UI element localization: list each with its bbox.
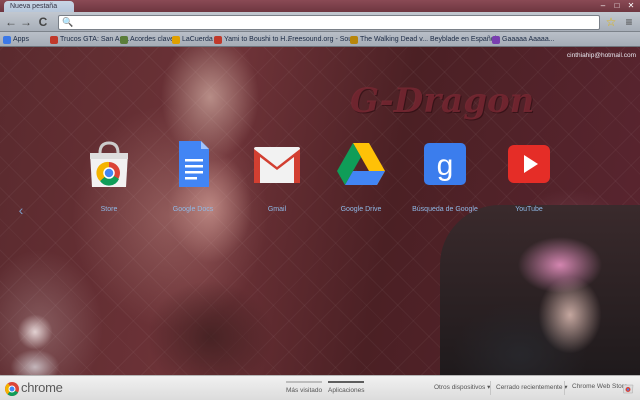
app-store[interactable]: Store: [69, 139, 149, 214]
youtube-icon: [508, 145, 550, 183]
app-google-docs[interactable]: Google Docs: [153, 139, 233, 214]
divider: [490, 381, 491, 395]
other-devices-label: Otros dispositivos: [434, 384, 486, 391]
app-label: Búsqueda de Google: [412, 206, 478, 213]
gmail-icon: [254, 147, 300, 183]
google-drive-icon: [337, 143, 385, 185]
app-label: Store: [100, 206, 118, 213]
bookmark-label: Apps: [13, 36, 29, 43]
maximize-button[interactable]: □: [610, 1, 624, 10]
tab-label: Más visitado: [286, 387, 323, 394]
bookmark-label: Freesound.org - Sou...: [288, 36, 359, 43]
app-google-search[interactable]: g Búsqueda de Google: [405, 139, 485, 214]
bookmark-label: Beyblade en Español: [430, 36, 497, 43]
chrome-logo-icon: [5, 382, 19, 396]
minimize-button[interactable]: –: [596, 1, 610, 10]
forward-arrow-icon[interactable]: →: [19, 15, 33, 29]
page-left-arrow-icon[interactable]: ‹: [15, 203, 27, 217]
bookmark-favicon-icon: [492, 35, 500, 44]
web-store-small-icon: [622, 384, 634, 394]
youtube-favicon-icon: [214, 35, 222, 44]
app-label: Gmail: [267, 206, 287, 213]
app-gmail[interactable]: Gmail: [237, 139, 317, 214]
bookmark-label: Acordes clave: [130, 36, 174, 43]
bookmarks-bar: Apps Trucos GTA: San An... Acordes clave…: [0, 32, 640, 47]
app-youtube[interactable]: YouTube: [489, 139, 569, 214]
tab-new-tab[interactable]: Nueva pestaña: [4, 1, 74, 12]
app-label: Google Drive: [340, 206, 382, 213]
other-devices-menu[interactable]: Otros dispositivos ▾: [434, 383, 490, 393]
app-label: YouTube: [515, 206, 543, 213]
back-arrow-icon[interactable]: ←: [4, 15, 18, 29]
app-label: Google Docs: [172, 206, 214, 213]
bookmark-item[interactable]: Yami to Boushi to H...: [214, 34, 291, 45]
app-google-drive[interactable]: Google Drive: [321, 139, 401, 214]
bookmark-label: Trucos GTA: San An...: [60, 36, 130, 43]
google-docs-icon: [179, 141, 209, 187]
tab-strip: Nueva pestaña – □ ✕: [0, 0, 640, 12]
walking-dead-favicon-icon: [350, 35, 358, 44]
web-store-icon: [90, 141, 128, 187]
theme-brand-text: G-Dragon: [350, 81, 535, 121]
bookmark-item[interactable]: Beyblade en Español: [430, 34, 496, 45]
bookmark-label: Yami to Boushi to H...: [224, 36, 292, 43]
address-input[interactable]: [73, 16, 593, 29]
tab-most-visited[interactable]: Más visitado: [286, 381, 323, 399]
bookmark-label: Gaaaaa Aaaaa...: [502, 36, 555, 43]
google-search-icon: g: [424, 143, 466, 185]
bookmark-apps[interactable]: Apps: [3, 34, 29, 45]
bookmark-item[interactable]: Trucos GTA: San An...: [50, 34, 129, 45]
toolbar: ← → C 🔍 ☆ ≡: [0, 12, 640, 32]
tab-indicator: [286, 381, 322, 383]
bookmark-item[interactable]: LaCuerda: [172, 34, 213, 45]
chrome-menu-icon[interactable]: ≡: [622, 15, 636, 29]
bookmark-item[interactable]: Gaaaaa Aaaaa...: [492, 34, 555, 45]
recently-closed-label: Cerrado recientemente: [496, 384, 563, 391]
theme-photo-left: [0, 307, 70, 375]
bookmark-label: The Walking Dead v...: [360, 36, 429, 43]
tab-apps[interactable]: Aplicaciones: [328, 381, 365, 399]
account-email[interactable]: cinthiahip@hotmail.com: [540, 52, 636, 62]
tab-label: Aplicaciones: [328, 387, 365, 394]
search-icon: 🔍: [62, 17, 74, 27]
theme-photo-right: [440, 205, 640, 375]
chrome-wordmark: chrome: [21, 380, 63, 395]
bottom-bar: chrome Más visitado Aplicaciones Otros d…: [0, 375, 640, 400]
bookmark-star-icon[interactable]: ☆: [604, 15, 618, 29]
divider: [564, 381, 565, 395]
svg-text:g: g: [437, 149, 454, 182]
bookmark-label: LaCuerda: [182, 36, 213, 43]
bookmark-item[interactable]: Freesound.org - Sou...: [288, 34, 358, 45]
bookmark-item[interactable]: Acordes clave: [120, 34, 174, 45]
bookmark-item[interactable]: The Walking Dead v...: [350, 34, 428, 45]
web-store-link[interactable]: Chrome Web Store: [572, 383, 628, 393]
new-tab-page: G-Dragon cinthiahip@hotmail.com ‹ Store …: [0, 47, 640, 375]
guitar-favicon-icon: [120, 35, 128, 44]
omnibox[interactable]: 🔍: [58, 15, 600, 30]
tab-indicator: [328, 381, 364, 383]
gta-favicon-icon: [50, 35, 58, 44]
lacuerda-favicon-icon: [172, 35, 180, 44]
apps-grid-icon: [3, 35, 11, 44]
recently-closed-menu[interactable]: Cerrado recientemente ▾: [496, 383, 568, 393]
close-window-button[interactable]: ✕: [624, 1, 638, 10]
reload-icon[interactable]: C: [36, 15, 50, 29]
